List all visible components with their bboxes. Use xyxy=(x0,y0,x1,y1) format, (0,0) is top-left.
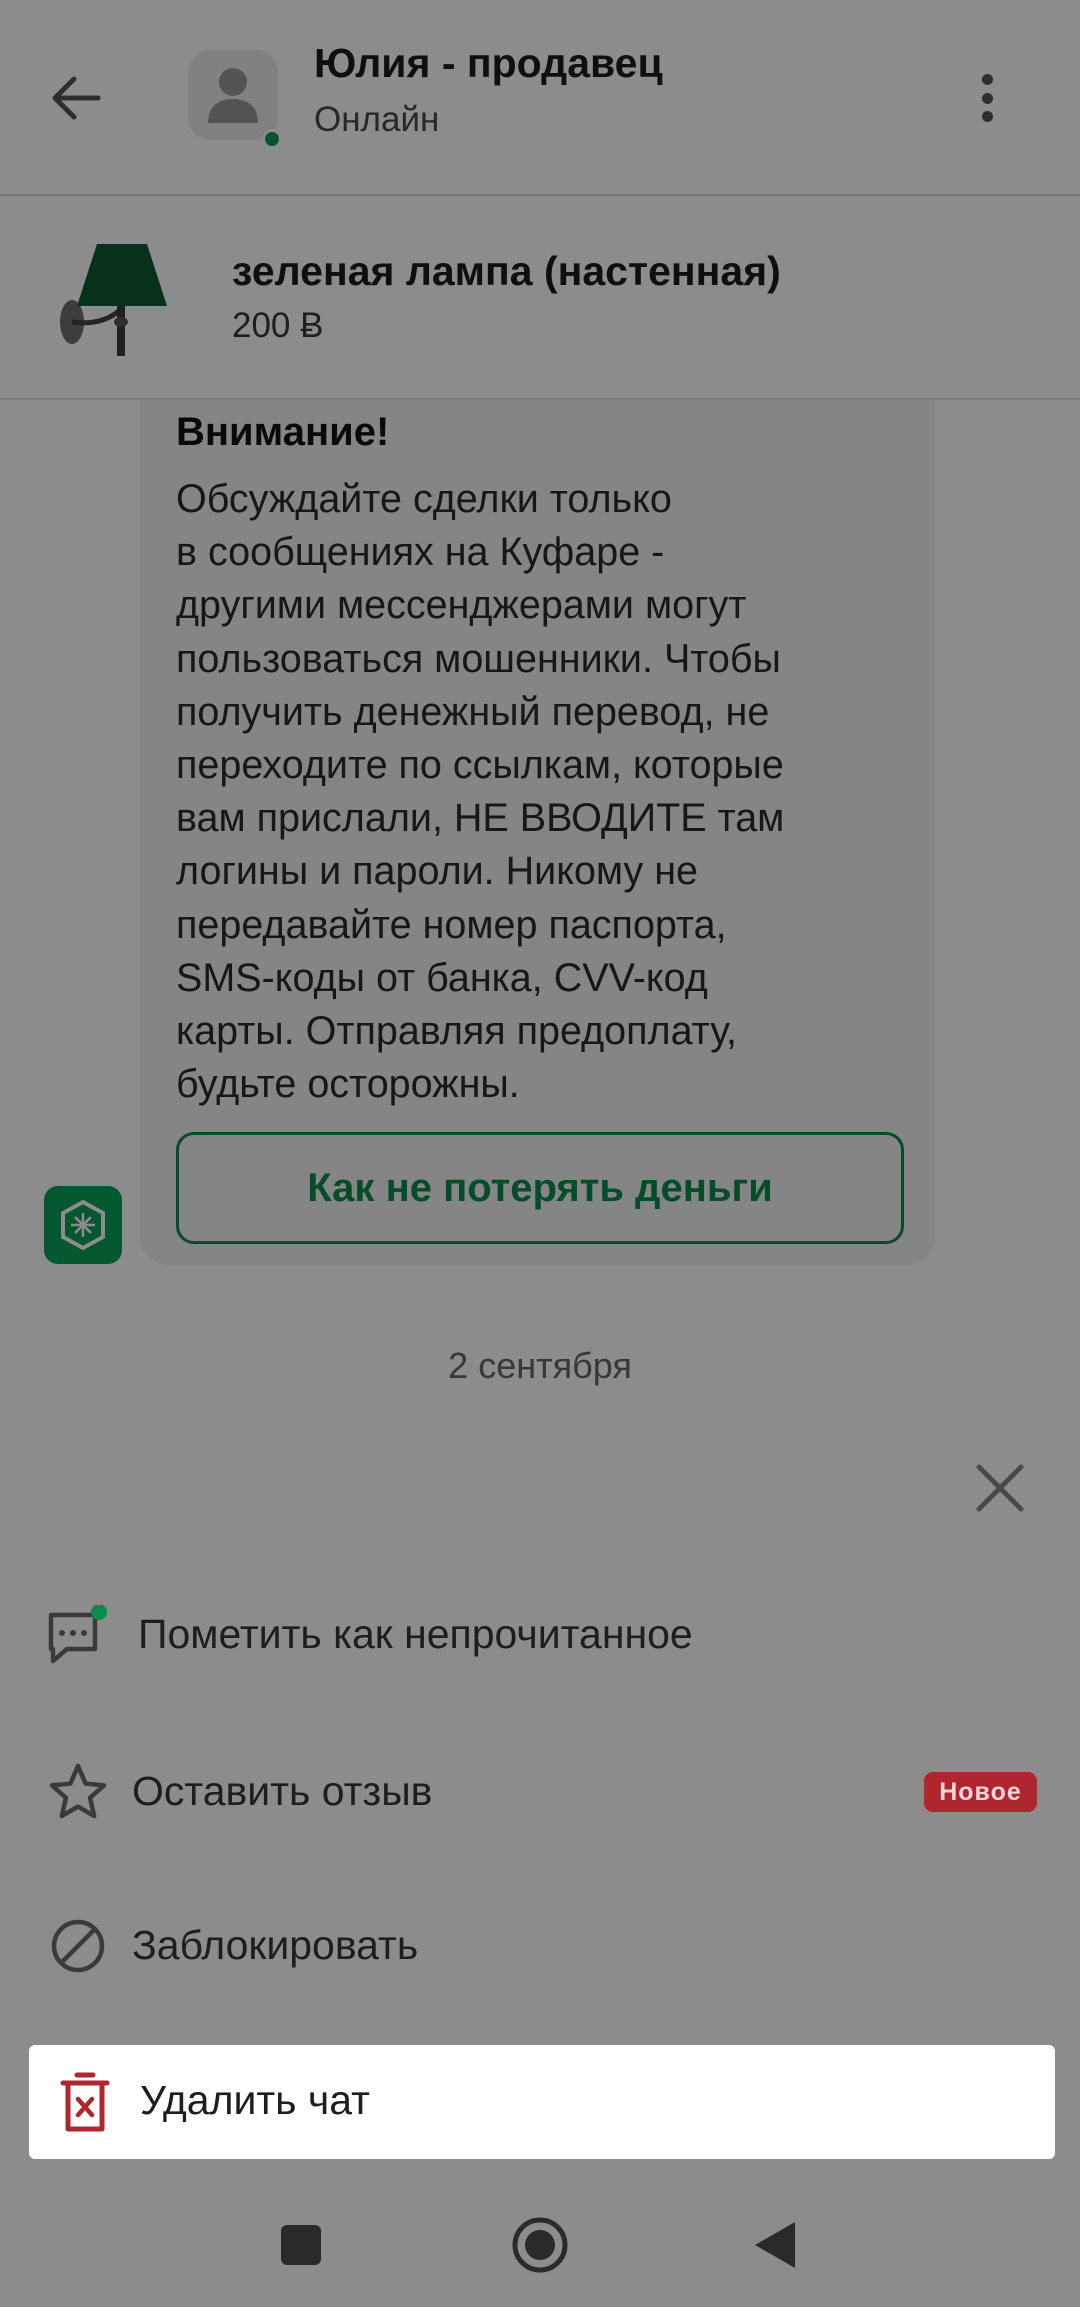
menu-item-delete-chat[interactable]: Удалить чат xyxy=(29,2045,1055,2159)
menu-item-mark-unread[interactable]: Пометить как непрочитанное xyxy=(0,1580,1080,1692)
circle-home-icon xyxy=(512,2217,568,2273)
star-icon xyxy=(42,1756,114,1828)
chat-actions-sheet xyxy=(0,1405,1080,2307)
block-icon xyxy=(42,1910,114,1982)
menu-item-label: Удалить чат xyxy=(140,2077,370,2123)
unread-message-icon xyxy=(42,1600,114,1672)
home-button[interactable] xyxy=(495,2200,585,2290)
recents-button[interactable] xyxy=(256,2200,346,2290)
menu-item-label: Заблокировать xyxy=(132,1922,419,1968)
menu-item-label: Пометить как непрочитанное xyxy=(138,1611,693,1657)
system-back-button[interactable] xyxy=(730,2200,820,2290)
close-button[interactable] xyxy=(970,1458,1030,1518)
menu-item-label: Оставить отзыв xyxy=(132,1768,433,1814)
close-icon xyxy=(976,1464,1024,1512)
new-badge: Новое xyxy=(924,1772,1037,1812)
triangle-back-icon xyxy=(755,2222,795,2268)
menu-item-block[interactable]: Заблокировать xyxy=(0,1892,1080,2004)
menu-item-leave-review[interactable]: Оставить отзыв xyxy=(0,1738,1080,1850)
trash-icon xyxy=(49,2066,121,2138)
square-recents-icon xyxy=(281,2225,321,2265)
